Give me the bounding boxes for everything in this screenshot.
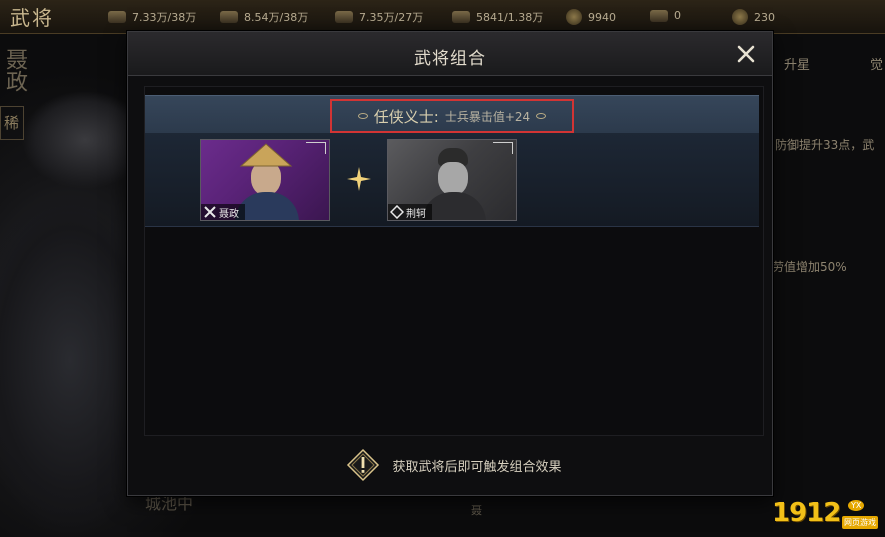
combo-name: 任侠义士: xyxy=(373,107,439,126)
close-icon xyxy=(737,45,755,63)
resource-food: 7.33万/38万 xyxy=(108,9,196,25)
token-icon xyxy=(650,9,668,22)
ornament-left-icon xyxy=(357,113,368,119)
iron-icon xyxy=(452,11,470,23)
card-corner-decoration xyxy=(306,142,326,154)
hero-name-plate: 聂政 xyxy=(201,204,245,220)
watermark-subtitle: 网页游戏 xyxy=(842,516,878,529)
resource-bar: 武将 7.33万/38万 8.54万/38万 7.35万/27万 5841/1.… xyxy=(0,0,885,34)
resource-copper: 9940 xyxy=(566,9,616,25)
ornament-right-icon xyxy=(536,113,547,119)
resource-value: 8.54万/38万 xyxy=(244,11,309,24)
straw-hat-icon xyxy=(239,143,293,167)
card-corner-decoration xyxy=(493,142,513,154)
crossed-swords-icon xyxy=(204,206,216,218)
hero-combo-dialog: 武将组合 任侠义士: 士兵暴击值+24 聂政 荆轲 获取武将后即可触发组合效果 xyxy=(127,31,773,496)
combo-list: 任侠义士: 士兵暴击值+24 聂政 荆轲 xyxy=(144,86,764,436)
wood-icon xyxy=(220,11,238,23)
hero-card-jing-ke[interactable]: 荆轲 xyxy=(387,139,517,221)
resource-value: 0 xyxy=(674,9,681,22)
hero-face xyxy=(438,162,468,196)
hero-name-vertical: 聂政 xyxy=(2,48,27,92)
rarity-tag: 稀 xyxy=(0,106,24,140)
skill-description: 防御提升33点，武 xyxy=(775,138,875,152)
hero-name: 聂政 xyxy=(219,208,239,220)
footer-note: 获取武将后即可触发组合效果 xyxy=(392,459,562,475)
dialog-footer: 获取武将后即可触发组合效果 xyxy=(144,440,764,490)
diamond-class-icon xyxy=(390,205,404,219)
copper-coin-icon xyxy=(566,9,582,25)
skill-description-2: 劳值增加50% xyxy=(772,260,847,274)
combo-effect: 士兵暴击值+24 xyxy=(444,109,531,124)
resource-wood: 8.54万/38万 xyxy=(220,9,308,25)
hero-name: 荆轲 xyxy=(406,208,426,220)
page-title: 武将 xyxy=(10,6,54,30)
site-watermark-logo: 1912 YX 网页游戏 xyxy=(770,496,885,537)
combo-heroes-row: 聂政 荆轲 xyxy=(145,133,759,227)
resource-value: 9940 xyxy=(588,10,616,24)
resource-value: 5841/1.38万 xyxy=(476,11,544,24)
close-button[interactable] xyxy=(734,42,758,66)
hero-name-plate: 荆轲 xyxy=(388,204,432,220)
dialog-header: 武将组合 xyxy=(128,32,772,76)
resource-token: 0 xyxy=(650,9,681,22)
watermark-number: 1912 xyxy=(772,498,841,528)
combo-title: 任侠义士: 士兵暴击值+24 xyxy=(330,99,574,133)
tab-awaken[interactable]: 觉 xyxy=(870,54,883,73)
resource-value: 7.33万/38万 xyxy=(132,11,197,24)
resource-gem: 230 xyxy=(732,9,775,25)
resource-value: 7.35万/27万 xyxy=(359,11,424,24)
warning-icon xyxy=(347,448,380,482)
watermark-badge: YX xyxy=(848,500,865,511)
hero-small-label: 聂 xyxy=(471,504,482,517)
combo-header: 任侠义士: 士兵暴击值+24 xyxy=(145,95,759,133)
resource-iron: 5841/1.38万 xyxy=(452,9,543,25)
dialog-title: 武将组合 xyxy=(414,49,486,69)
gem-icon xyxy=(732,9,748,25)
tab-upgrade[interactable]: 升星 xyxy=(784,54,810,73)
stone-icon xyxy=(335,11,353,23)
plus-icon xyxy=(347,167,371,191)
food-icon xyxy=(108,11,126,23)
left-hero-name: 聂政 稀 xyxy=(0,48,27,140)
resource-stone: 7.35万/27万 xyxy=(335,9,423,25)
hero-card-nie-zheng[interactable]: 聂政 xyxy=(200,139,330,221)
resource-value: 230 xyxy=(754,10,775,24)
